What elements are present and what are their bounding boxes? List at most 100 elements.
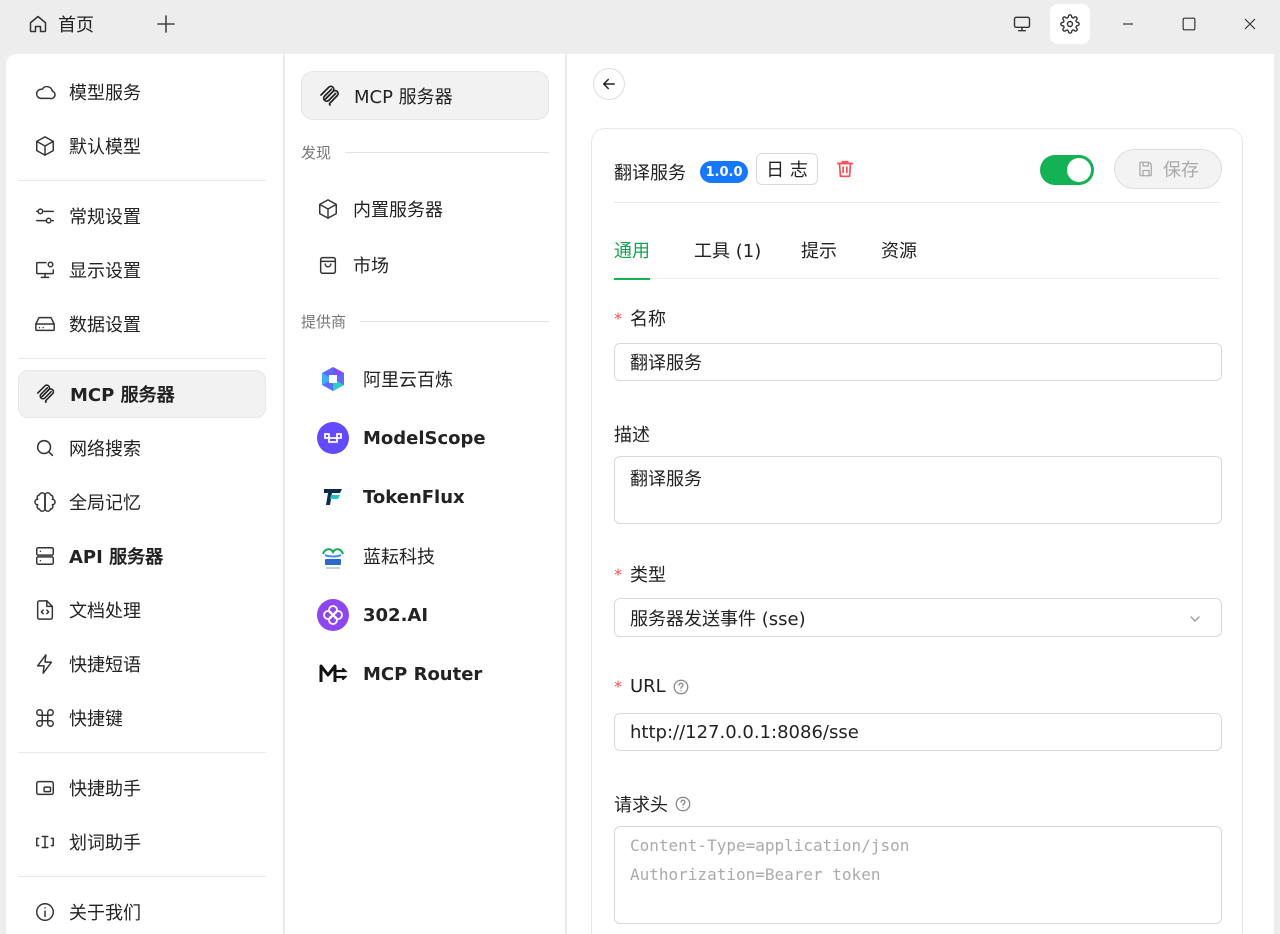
type-label-text: 类型 — [630, 565, 666, 586]
sidebar-item-label: 快捷键 — [69, 709, 123, 730]
description-label-text: 描述 — [614, 425, 650, 446]
description-textarea[interactable]: 翻译服务 — [614, 456, 1222, 524]
shopping-bag-icon — [319, 256, 337, 274]
mcp-icon — [36, 384, 55, 404]
sidebar-item-label: 默认模型 — [69, 137, 141, 158]
sidebar-item-display-settings[interactable]: 显示设置 — [18, 246, 266, 294]
divider — [18, 180, 266, 181]
settings-button[interactable] — [1050, 4, 1090, 44]
trash-icon[interactable] — [834, 158, 856, 180]
detail-tabs: 通用 工具 (1) 提示 资源 — [614, 229, 1220, 280]
server-icon — [36, 547, 54, 565]
provider-label: 302.AI — [363, 604, 429, 626]
sidebar-item-label: 全局记忆 — [69, 493, 141, 514]
question-circle-icon[interactable] — [674, 795, 692, 813]
sidebar-item-label: 文档处理 — [69, 601, 141, 622]
sidebar-item-about[interactable]: 关于我们 — [18, 888, 266, 934]
sidebar-item-selection-assistant[interactable]: 划词助手 — [18, 818, 266, 866]
maximize-button[interactable] — [1169, 4, 1209, 44]
question-circle-icon[interactable] — [672, 678, 690, 696]
headers-textarea[interactable]: Content-Type=application/json Authorizat… — [614, 826, 1222, 924]
version-badge: 1.0.0 — [700, 161, 748, 183]
minimize-icon — [1123, 23, 1133, 25]
provider-tokenflux[interactable]: TokenFlux — [317, 477, 465, 517]
sidebar-item-document-processing[interactable]: 文档处理 — [18, 586, 266, 634]
mcp-servers-button[interactable]: MCP 服务器 — [301, 71, 549, 120]
home-icon — [29, 15, 47, 33]
tab-home-label: 首页 — [58, 15, 94, 36]
sidebar-item-data-settings[interactable]: 数据设置 — [18, 300, 266, 348]
title-bar: 首页 — [0, 0, 1280, 50]
builtin-servers-item[interactable]: 内置服务器 — [317, 189, 443, 229]
name-input[interactable]: 翻译服务 — [614, 343, 1222, 381]
sidebar-item-quick-assistant[interactable]: 快捷助手 — [18, 764, 266, 812]
server-config-card: 翻译服务 1.0.0 日 志 保存 通用 工具 (1) 提示 资源 * 名称 翻… — [591, 128, 1243, 934]
tokenflux-logo — [317, 481, 349, 513]
provider-lanyun[interactable]: 蓝耘科技 — [317, 536, 435, 576]
divider — [18, 358, 266, 359]
chevron-down-icon — [1190, 616, 1200, 622]
sidebar-item-label: 网络搜索 — [69, 439, 141, 460]
cube-icon — [36, 136, 54, 156]
provider-label: TokenFlux — [363, 486, 465, 508]
required-mark: * — [614, 564, 622, 584]
plus-icon[interactable] — [154, 12, 178, 36]
monitor-icon — [1013, 16, 1031, 32]
cube-icon — [319, 199, 337, 219]
provider-label: 蓝耘科技 — [363, 547, 435, 568]
mcp-servers-label: MCP 服务器 — [354, 86, 453, 108]
sidebar-item-mcp-servers[interactable]: MCP 服务器 — [18, 370, 266, 418]
tab-home[interactable]: 首页 — [28, 10, 94, 38]
required-mark: * — [614, 308, 622, 328]
back-button[interactable] — [593, 68, 625, 100]
sidebar-item-shortcuts[interactable]: 快捷键 — [18, 694, 266, 742]
close-button[interactable] — [1230, 4, 1270, 44]
bailian-logo — [317, 363, 349, 395]
sidebar-item-api-server[interactable]: API 服务器 — [18, 532, 266, 580]
sidebar-item-model-service[interactable]: 模型服务 — [18, 68, 266, 116]
save-button[interactable]: 保存 — [1114, 149, 1222, 189]
provider-bailian[interactable]: 阿里云百炼 — [317, 359, 453, 399]
tab-tools[interactable]: 工具 (1) — [694, 237, 761, 279]
sidebar-item-general-settings[interactable]: 常规设置 — [18, 192, 266, 240]
tab-general[interactable]: 通用 — [614, 237, 650, 280]
enable-toggle[interactable] — [1040, 155, 1094, 185]
monitor-button[interactable] — [1002, 4, 1042, 44]
sidebar-item-quick-phrases[interactable]: 快捷短语 — [18, 640, 266, 688]
headers-placeholder-line: Authorization=Bearer token — [630, 865, 881, 884]
sidebar-item-web-search[interactable]: 网络搜索 — [18, 424, 266, 472]
provider-label: 阿里云百炼 — [363, 370, 453, 391]
sidebar-item-label: 显示设置 — [69, 261, 141, 282]
mcp-icon — [320, 85, 339, 106]
type-label: * 类型 — [614, 561, 666, 587]
provider-302ai[interactable]: 302.AI — [317, 595, 428, 635]
headers-label: 请求头 — [614, 791, 692, 817]
market-item[interactable]: 市场 — [317, 245, 389, 285]
info-icon — [36, 903, 54, 921]
server-detail-panel: 翻译服务 1.0.0 日 志 保存 通用 工具 (1) 提示 资源 * 名称 翻… — [567, 54, 1274, 934]
name-label-text: 名称 — [630, 309, 666, 330]
sidebar-item-global-memory[interactable]: 全局记忆 — [18, 478, 266, 526]
headers-label-text: 请求头 — [614, 795, 668, 816]
server-header: 翻译服务 1.0.0 日 志 保存 — [614, 149, 1222, 203]
server-name: 翻译服务 — [614, 163, 686, 184]
provider-mcp-router[interactable]: MCP Router — [317, 654, 482, 694]
type-select-value: 服务器发送事件 (sse) — [630, 608, 806, 630]
section-title: 发现 — [301, 144, 332, 162]
tab-prompts[interactable]: 提示 — [801, 237, 837, 279]
divider — [18, 752, 266, 753]
toggle-knob — [1067, 158, 1091, 182]
file-code-icon — [36, 600, 54, 620]
type-select[interactable]: 服务器发送事件 (sse) — [614, 598, 1222, 637]
tab-resources[interactable]: 资源 — [881, 237, 917, 279]
url-input[interactable]: http://127.0.0.1:8086/sse — [614, 713, 1222, 751]
description-label: 描述 — [614, 421, 650, 447]
url-label-text: URL — [630, 676, 666, 697]
sidebar-item-default-model[interactable]: 默认模型 — [18, 122, 266, 170]
sidebar-item-label: 模型服务 — [69, 83, 141, 104]
zap-icon — [36, 654, 53, 674]
minimize-button[interactable] — [1108, 4, 1148, 44]
log-button[interactable]: 日 志 — [756, 153, 818, 185]
provider-modelscope[interactable]: ModelScope — [317, 418, 486, 458]
url-label: * URL — [614, 676, 690, 697]
